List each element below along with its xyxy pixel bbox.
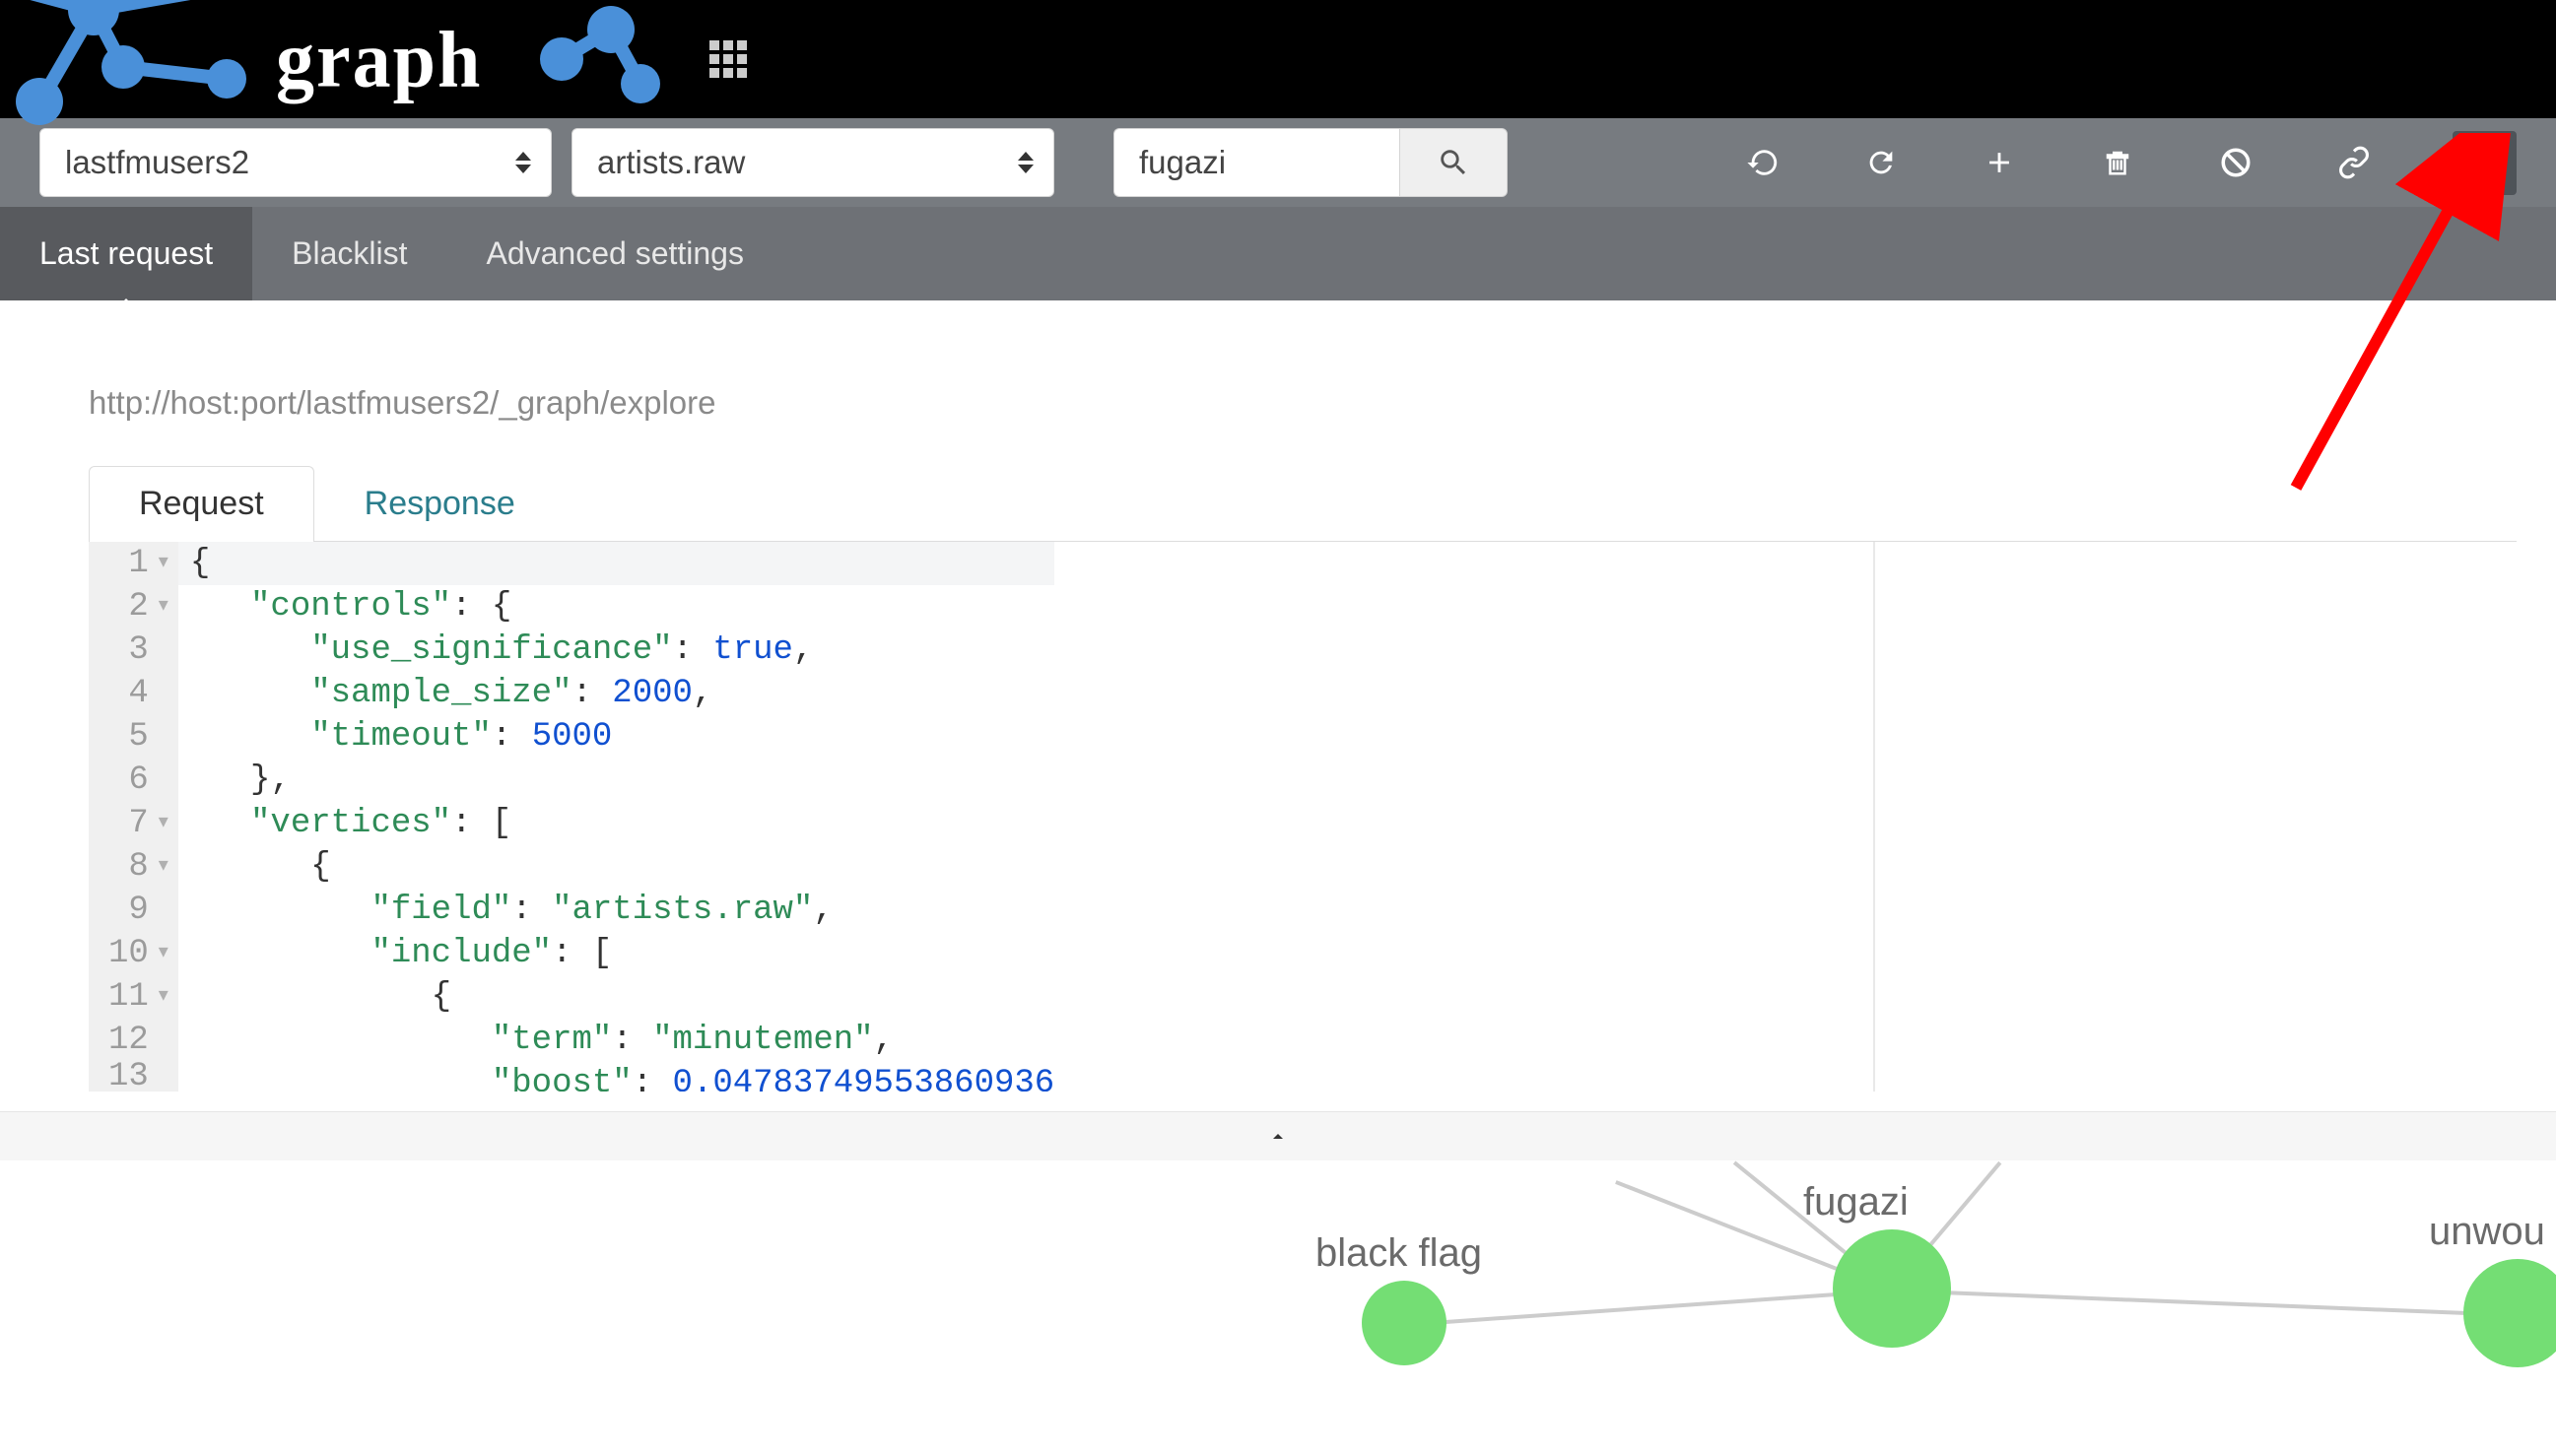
- line-number: 3: [108, 629, 168, 672]
- apps-grid-icon[interactable]: [709, 40, 747, 78]
- field-select[interactable]: artists.raw: [572, 128, 1054, 197]
- top-bar: graph: [0, 0, 2556, 118]
- settings-button[interactable]: [2453, 131, 2517, 195]
- tab-label: Advanced settings: [486, 235, 744, 272]
- line-number: 9: [108, 889, 168, 932]
- search-input[interactable]: [1113, 128, 1399, 197]
- graph-node[interactable]: [1833, 1229, 1951, 1348]
- line-number: 5: [108, 715, 168, 759]
- line-number: 8▾: [108, 845, 168, 889]
- app-logo: graph: [0, 0, 670, 118]
- settings-tab-row: Last request Blacklist Advanced settings: [0, 207, 2556, 300]
- line-gutter: 1▾2▾34567▾8▾910▾11▾1213: [89, 542, 178, 1092]
- graph-edge: [1404, 1289, 1892, 1327]
- code-editor[interactable]: 1▾2▾34567▾8▾910▾11▾1213 { "controls": { …: [89, 542, 2517, 1092]
- line-number: 13: [108, 1062, 168, 1092]
- line-number: 2▾: [108, 585, 168, 629]
- gear-icon: [2469, 147, 2501, 178]
- tab-advanced-settings[interactable]: Advanced settings: [446, 207, 783, 300]
- tab-label: Blacklist: [292, 235, 407, 272]
- line-number: 1▾: [108, 542, 168, 585]
- index-select-value: lastfmusers2: [65, 144, 249, 181]
- ban-icon: [2219, 146, 2253, 179]
- tab-label: Last request: [39, 235, 213, 272]
- redo-button[interactable]: [1861, 143, 1901, 182]
- link-icon: [2337, 146, 2371, 179]
- code-line: "include": [: [190, 932, 1054, 975]
- code-line: "term": "minutemen",: [190, 1019, 1054, 1062]
- line-number: 10▾: [108, 932, 168, 975]
- code-line: "use_significance": true,: [190, 629, 1054, 672]
- link-button[interactable]: [2334, 143, 2374, 182]
- code-line: "vertices": [: [190, 802, 1054, 845]
- tab-request[interactable]: Request: [89, 466, 314, 542]
- search-icon: [1437, 146, 1470, 179]
- delete-button[interactable]: [2098, 143, 2137, 182]
- trash-icon: [2103, 146, 2132, 179]
- code-line: "field": "artists.raw",: [190, 889, 1054, 932]
- code-line: "controls": {: [190, 585, 1054, 629]
- code-line: {: [190, 542, 1054, 585]
- add-button[interactable]: [1980, 143, 2019, 182]
- request-url: http://host:port/lastfmusers2/_graph/exp…: [0, 300, 2556, 466]
- code-line: "timeout": 5000: [190, 715, 1054, 759]
- caret-updown-icon: [1018, 152, 1034, 173]
- caret-updown-icon: [515, 152, 531, 173]
- search-group: [1113, 128, 1508, 197]
- code-line: {: [190, 845, 1054, 889]
- block-button[interactable]: [2216, 143, 2255, 182]
- tab-last-request[interactable]: Last request: [0, 207, 252, 300]
- line-number: 6: [108, 759, 168, 802]
- code-line: },: [190, 759, 1054, 802]
- app-name: graph: [276, 13, 482, 106]
- toolbar: lastfmusers2 artists.raw: [0, 118, 2556, 207]
- collapse-bar[interactable]: [0, 1111, 2556, 1160]
- code-body[interactable]: { "controls": { "use_significance": true…: [178, 542, 1054, 1092]
- index-select[interactable]: lastfmusers2: [39, 128, 552, 197]
- page-content: http://host:port/lastfmusers2/_graph/exp…: [0, 300, 2556, 1456]
- graph-node[interactable]: [2463, 1259, 2556, 1367]
- chevron-up-icon: [1261, 1125, 1295, 1149]
- tab-label: Response: [365, 485, 515, 522]
- redo-icon: [1864, 146, 1898, 179]
- graph-node[interactable]: [1362, 1281, 1446, 1365]
- undo-button[interactable]: [1743, 143, 1782, 182]
- graph-node-label: fugazi: [1803, 1180, 1909, 1224]
- line-number: 7▾: [108, 802, 168, 845]
- undo-icon: [1746, 146, 1780, 179]
- code-line: "sample_size": 2000,: [190, 672, 1054, 715]
- field-select-value: artists.raw: [597, 144, 745, 181]
- line-number: 11▾: [108, 975, 168, 1019]
- line-number: 12: [108, 1019, 168, 1062]
- code-line: {: [190, 975, 1054, 1019]
- graph-canvas[interactable]: black flag fugazi unwou: [0, 1160, 2556, 1456]
- graph-node-label: unwou: [2429, 1210, 2545, 1254]
- plus-icon: [1983, 146, 2016, 179]
- tab-label: Request: [139, 485, 264, 522]
- line-number: 4: [108, 672, 168, 715]
- graph-edge: [1892, 1289, 2518, 1317]
- request-response-tabs: Request Response: [89, 466, 2556, 542]
- tab-blacklist[interactable]: Blacklist: [252, 207, 446, 300]
- code-line: "boost": 0.04783749553860936: [190, 1062, 1054, 1092]
- toolbar-actions: [1743, 131, 2517, 195]
- graph-node-label: black flag: [1315, 1231, 1482, 1276]
- tab-response[interactable]: Response: [314, 466, 566, 542]
- search-button[interactable]: [1399, 128, 1508, 197]
